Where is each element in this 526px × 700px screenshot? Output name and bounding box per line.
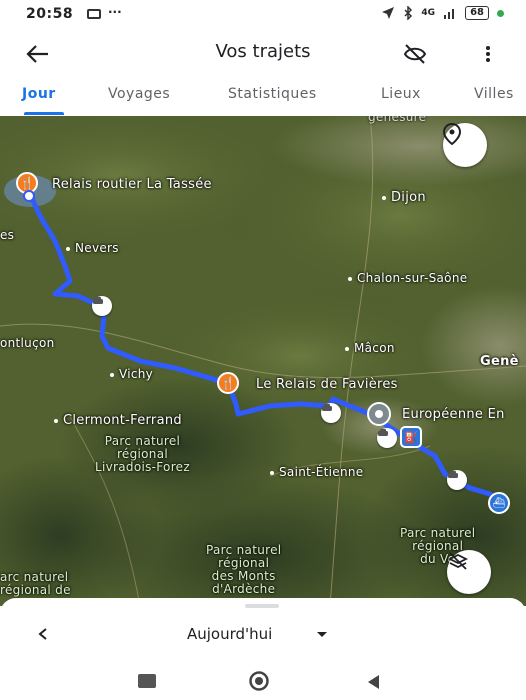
app-bar: Vos trajets: [0, 28, 526, 78]
map-label-geneve: Genè: [480, 354, 519, 369]
privacy-dot-icon: [497, 9, 504, 17]
home-icon[interactable]: [248, 670, 270, 692]
map-label-relais-tassee: Relais routier La Tassée: [52, 177, 212, 192]
car-segment-marker[interactable]: [92, 296, 112, 316]
map-park-ardeche: Parc naturel régional des Monts d'Ardèche: [206, 543, 282, 596]
system-back-icon[interactable]: [364, 672, 384, 692]
notification-icon: [87, 9, 101, 19]
map-park-livradois: Parc naturel régional Livradois-Forez: [95, 434, 190, 474]
signal-icon: [444, 9, 455, 19]
dropdown-icon[interactable]: [315, 627, 329, 641]
tab-villes[interactable]: Villes: [474, 86, 514, 102]
map-label-europeenne: Européenne En: [402, 407, 505, 422]
car-segment-marker[interactable]: [321, 403, 341, 423]
location-fab[interactable]: [443, 123, 487, 167]
map-label-partial: genesure: [368, 116, 427, 124]
car-icon: [448, 471, 458, 478]
boat-pin[interactable]: ⛴: [488, 492, 510, 514]
page-title: Vos trajets: [215, 41, 311, 62]
car-icon: [378, 429, 388, 436]
status-bar: 20:58 ··· 4G 68: [0, 0, 526, 28]
date-bottom-sheet: Aujourd'hui: [0, 598, 526, 664]
location-history-off-icon[interactable]: [400, 40, 430, 68]
location-dot-icon: [375, 410, 383, 418]
previous-day-icon[interactable]: [34, 624, 52, 644]
network-label: 4G: [421, 8, 436, 18]
tab-lieux[interactable]: Lieux: [381, 86, 421, 102]
map-park-left: arc naturel régional de: [0, 570, 71, 597]
layers-off-icon: [447, 552, 469, 570]
sheet-drag-handle[interactable]: [245, 604, 279, 608]
gas-station-icon: ⛽: [404, 430, 418, 444]
car-segment-marker[interactable]: [377, 428, 397, 448]
map-label-vichy: Vichy: [110, 367, 153, 381]
restaurant-pin-favieres[interactable]: 🍴: [217, 372, 239, 394]
place-pin-europeenne[interactable]: [367, 402, 391, 426]
tab-bar: Jour Voyages Statistiques Lieux Villes: [0, 78, 526, 116]
car-icon: [322, 404, 332, 411]
map-label-chalon: Chalon-sur-Saône: [348, 271, 467, 285]
active-tab-indicator: [24, 112, 64, 115]
location-pin-icon: [443, 123, 461, 145]
map-label-nevers: Nevers: [66, 241, 119, 255]
tab-statistiques[interactable]: Statistiques: [228, 86, 317, 102]
start-point-marker: [23, 190, 35, 202]
system-nav-bar: [0, 664, 526, 700]
boat-icon: ⛴: [492, 497, 506, 509]
bluetooth-icon: [404, 6, 413, 20]
layers-toggle-fab[interactable]: [447, 550, 491, 594]
status-time: 20:58: [26, 6, 74, 22]
battery-icon: 68: [465, 6, 489, 20]
map-label-montlucon: ontluçon: [0, 336, 55, 350]
location-arrow-icon: [382, 7, 395, 19]
tab-voyages[interactable]: Voyages: [108, 86, 170, 102]
map-label-relais-favieres: Le Relais de Favières: [256, 377, 398, 392]
map-label-edge: es: [0, 228, 15, 242]
car-icon: [93, 297, 103, 304]
recent-apps-icon[interactable]: [138, 674, 156, 688]
map-label-clermont: Clermont-Ferrand: [54, 413, 182, 428]
restaurant-icon: 🍴: [220, 376, 236, 390]
date-selector[interactable]: Aujourd'hui: [187, 625, 272, 643]
system-icons: 4G 68: [381, 6, 504, 20]
tab-jour[interactable]: Jour: [22, 86, 56, 102]
car-segment-marker[interactable]: [447, 470, 467, 490]
status-more-dots: ···: [108, 5, 122, 19]
map-label-macon: Mâcon: [345, 341, 395, 355]
gas-station-pin[interactable]: ⛽: [400, 426, 422, 448]
map-label-dijon: Dijon: [382, 190, 426, 205]
more-options-icon[interactable]: [478, 40, 498, 68]
map-view[interactable]: genesure Relais routier La Tassée es Nev…: [0, 116, 526, 606]
map-label-saint-etienne: Saint-Étienne: [270, 465, 363, 479]
restaurant-icon: 🍴: [19, 176, 35, 190]
